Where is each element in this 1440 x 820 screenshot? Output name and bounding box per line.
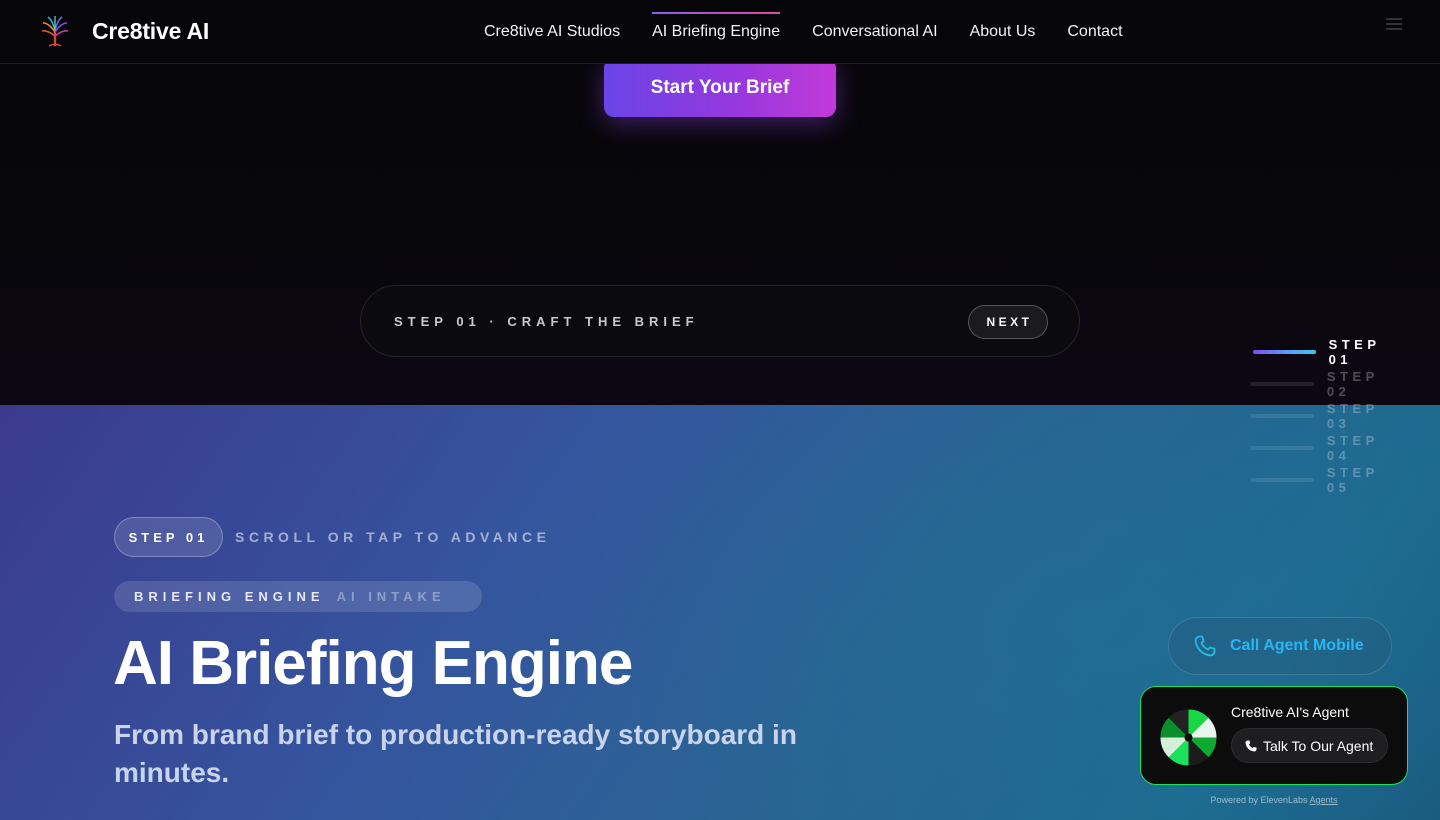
eyebrow-secondary: AI INTAKE [336,589,446,604]
rail-step-02[interactable]: STEP 02 [1250,368,1410,400]
step-progress-bar: STEP 01 · CRAFT THE BRIEF NEXT [360,285,1080,357]
hamburger-menu-icon[interactable] [1386,18,1402,30]
call-agent-mobile-label: Call Agent Mobile [1230,637,1364,654]
brand-name: Cre8tive AI [92,17,210,44]
call-agent-mobile-button[interactable]: Call Agent Mobile [1168,617,1392,675]
rail-step-label: STEP 05 [1326,465,1379,495]
rail-step-03[interactable]: STEP 03 [1250,400,1410,432]
phone-icon [1194,635,1216,657]
talk-to-agent-button[interactable]: Talk To Our Agent [1231,728,1388,763]
scroll-hint: SCROLL OR TAP TO ADVANCE [235,529,551,545]
agent-widget: Cre8tive AI's Agent Talk To Our Agent [1140,686,1408,785]
talk-to-agent-label: Talk To Our Agent [1263,737,1374,754]
agent-title: Cre8tive AI's Agent [1231,704,1349,720]
rail-indicator [1250,414,1314,418]
rail-step-label: STEP 03 [1326,401,1379,431]
powered-by-text: Powered by ElevenLabs Agents [1140,795,1408,805]
current-step-label: STEP 01 · CRAFT THE BRIEF [394,314,699,329]
rail-indicator [1250,446,1314,450]
nav-link-briefing-engine[interactable]: AI Briefing Engine [652,12,781,41]
next-step-button[interactable]: NEXT [968,305,1048,339]
page-subtitle: From brand brief to production-ready sto… [114,719,797,788]
rail-step-label: STEP 01 [1328,337,1381,367]
tree-logo-icon [41,16,69,47]
rail-indicator [1250,478,1314,482]
phone-icon [1245,739,1257,751]
rail-indicator [1253,350,1316,354]
step-rail: STEP 01 STEP 02 STEP 03 STEP 04 STEP 05 [1250,336,1410,496]
eyebrow-primary: BRIEFING ENGINE [134,589,325,604]
step-chip: STEP 01 [114,517,223,557]
nav-link-studios[interactable]: Cre8tive AI Studios [484,23,620,41]
powered-by-prefix: Powered by ElevenLabs [1210,795,1308,805]
top-navbar: Cre8tive AI Cre8tive AI Studios AI Brief… [0,0,1440,64]
rail-indicator [1250,382,1314,386]
agents-link[interactable]: Agents [1310,795,1338,805]
nav-link-conversational-ai[interactable]: Conversational AI [812,23,937,41]
rail-step-04[interactable]: STEP 04 [1250,432,1410,464]
agent-orb-avatar [1160,709,1217,766]
main-nav: Cre8tive AI Studios AI Briefing Engine C… [484,0,1155,64]
eyebrow-badge: BRIEFING ENGINE AI INTAKE [114,581,482,612]
rail-step-label: STEP 04 [1326,433,1379,463]
rail-step-label: STEP 02 [1326,369,1379,399]
nav-link-about-us[interactable]: About Us [970,23,1036,41]
page-title: AI Briefing Engine [113,629,633,698]
rail-step-01[interactable]: STEP 01 [1250,336,1410,368]
brand[interactable]: Cre8tive AI [38,14,209,48]
rail-step-05[interactable]: STEP 05 [1250,464,1410,496]
start-brief-button[interactable]: Start Your Brief [604,58,836,117]
nav-link-contact[interactable]: Contact [1067,23,1122,41]
